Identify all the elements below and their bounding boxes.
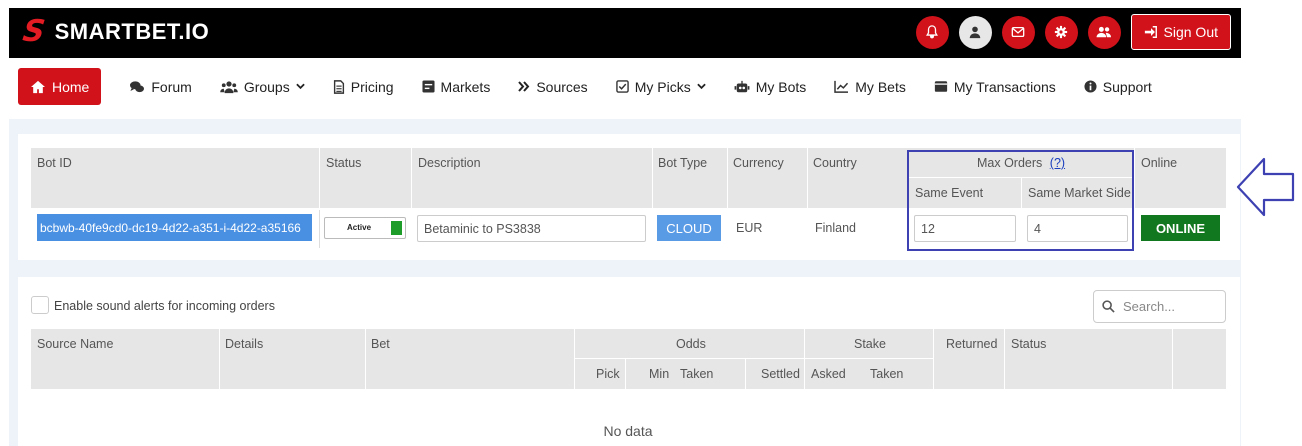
search-placeholder: Search... [1123,299,1176,314]
header-odds: Odds [676,337,706,351]
checkbox-icon [615,80,629,93]
nav-home-label: Home [52,78,90,95]
user-icon[interactable] [958,15,992,49]
search-icon [1102,300,1115,313]
nav-pricing-label: Pricing [350,78,394,95]
top-icons: Sign Out [915,14,1231,50]
nav-forum[interactable]: Forum [129,68,192,105]
nav-my-bets-label: My Bets [855,78,906,95]
nav-my-picks-label: My Picks [634,78,691,95]
sign-out-button[interactable]: Sign Out [1130,14,1231,50]
nav-my-transactions[interactable]: My Transactions [934,68,1056,105]
nav-groups-label: Groups [243,78,290,95]
country-value: Finland [815,221,856,235]
nav-my-bets[interactable]: My Bets [834,68,906,105]
header-stake-taken[interactable]: Taken [870,367,903,381]
status-toggle[interactable]: Active [324,217,406,239]
header-odds-taken[interactable]: Taken [680,367,713,381]
bell-icon[interactable] [915,15,949,49]
header-order-status[interactable]: Status [1011,337,1046,351]
home-icon [31,80,45,93]
search-input[interactable]: Search... [1093,290,1226,323]
nav-sources[interactable]: Sources [518,68,588,105]
logo-mark: S [20,14,48,49]
description-input[interactable]: Betaminic to PS3838 [417,215,646,242]
header-asked[interactable]: Asked [811,367,846,381]
bot-id-value[interactable]: bcbwb-40fe9cd0-dc19-4d22-a351-i-4d22-a35… [37,214,312,241]
orders-table-header [31,329,1226,389]
chevron-down-icon [696,83,706,90]
chevron-down-icon [295,83,305,90]
header-bet[interactable]: Bet [371,337,390,351]
chart-icon [834,80,849,93]
robot-icon [734,80,750,92]
double-chevron-icon [518,81,530,92]
nav-groups[interactable]: Groups [220,68,305,105]
file-icon [333,79,344,94]
online-button[interactable]: ONLINE [1141,215,1220,241]
header-min[interactable]: Min [649,367,669,381]
empty-state: No data [603,423,653,439]
sign-out-label: Sign Out [1163,24,1218,40]
header-details[interactable]: Details [225,337,263,351]
nav-my-bots[interactable]: My Bots [734,68,807,105]
header-status[interactable]: Status [326,156,361,170]
users-icon [220,80,238,93]
list-icon [421,80,435,93]
header-country[interactable]: Country [813,156,857,170]
sound-alerts-label[interactable]: Enable sound alerts for incoming orders [54,299,275,313]
nav-home[interactable]: Home [18,68,102,105]
nav-my-bots-label: My Bots [755,78,807,95]
nav-markets[interactable]: Markets [421,68,491,105]
brand-name: SMARTBET.IO [54,19,210,44]
annotation-arrow-icon [1236,157,1295,217]
nav-sources-label: Sources [536,78,588,95]
top-bar: S SMARTBET.IO Sign Out [9,8,1241,58]
header-stake: Stake [854,337,886,351]
status-toggle-label: Active [347,223,372,232]
brand-logo[interactable]: S SMARTBET.IO [20,14,210,49]
info-icon [1084,80,1097,93]
header-online[interactable]: Online [1141,156,1177,170]
header-bot-id[interactable]: Bot ID [37,156,72,170]
header-currency[interactable]: Currency [733,156,784,170]
max-orders-highlight [907,150,1134,251]
bot-type-badge: CLOUD [657,215,721,241]
header-returned[interactable]: Returned [946,337,997,351]
nav-pricing[interactable]: Pricing [333,68,394,105]
sound-alerts-checkbox[interactable] [31,296,49,314]
wallet-icon [934,81,947,92]
comments-icon [130,80,145,92]
header-settled[interactable]: Settled [761,367,800,381]
users-icon[interactable] [1087,15,1121,49]
nav-forum-label: Forum [151,78,192,95]
currency-value: EUR [736,221,763,235]
gear-icon[interactable] [1044,15,1078,49]
header-bot-type[interactable]: Bot Type [658,156,707,170]
header-source-name[interactable]: Source Name [37,337,113,351]
nav-my-picks[interactable]: My Picks [615,68,706,105]
nav-support[interactable]: Support [1084,68,1152,105]
mail-icon[interactable] [1001,15,1035,49]
main-nav: Home Forum Groups Pricing Markets Source… [18,68,1180,105]
header-description[interactable]: Description [418,156,481,170]
sign-in-icon [1144,26,1157,38]
nav-my-transactions-label: My Transactions [953,78,1056,95]
nav-markets-label: Markets [440,78,491,95]
nav-support-label: Support [1102,78,1152,95]
header-pick[interactable]: Pick [596,367,620,381]
toggle-knob [391,221,402,235]
